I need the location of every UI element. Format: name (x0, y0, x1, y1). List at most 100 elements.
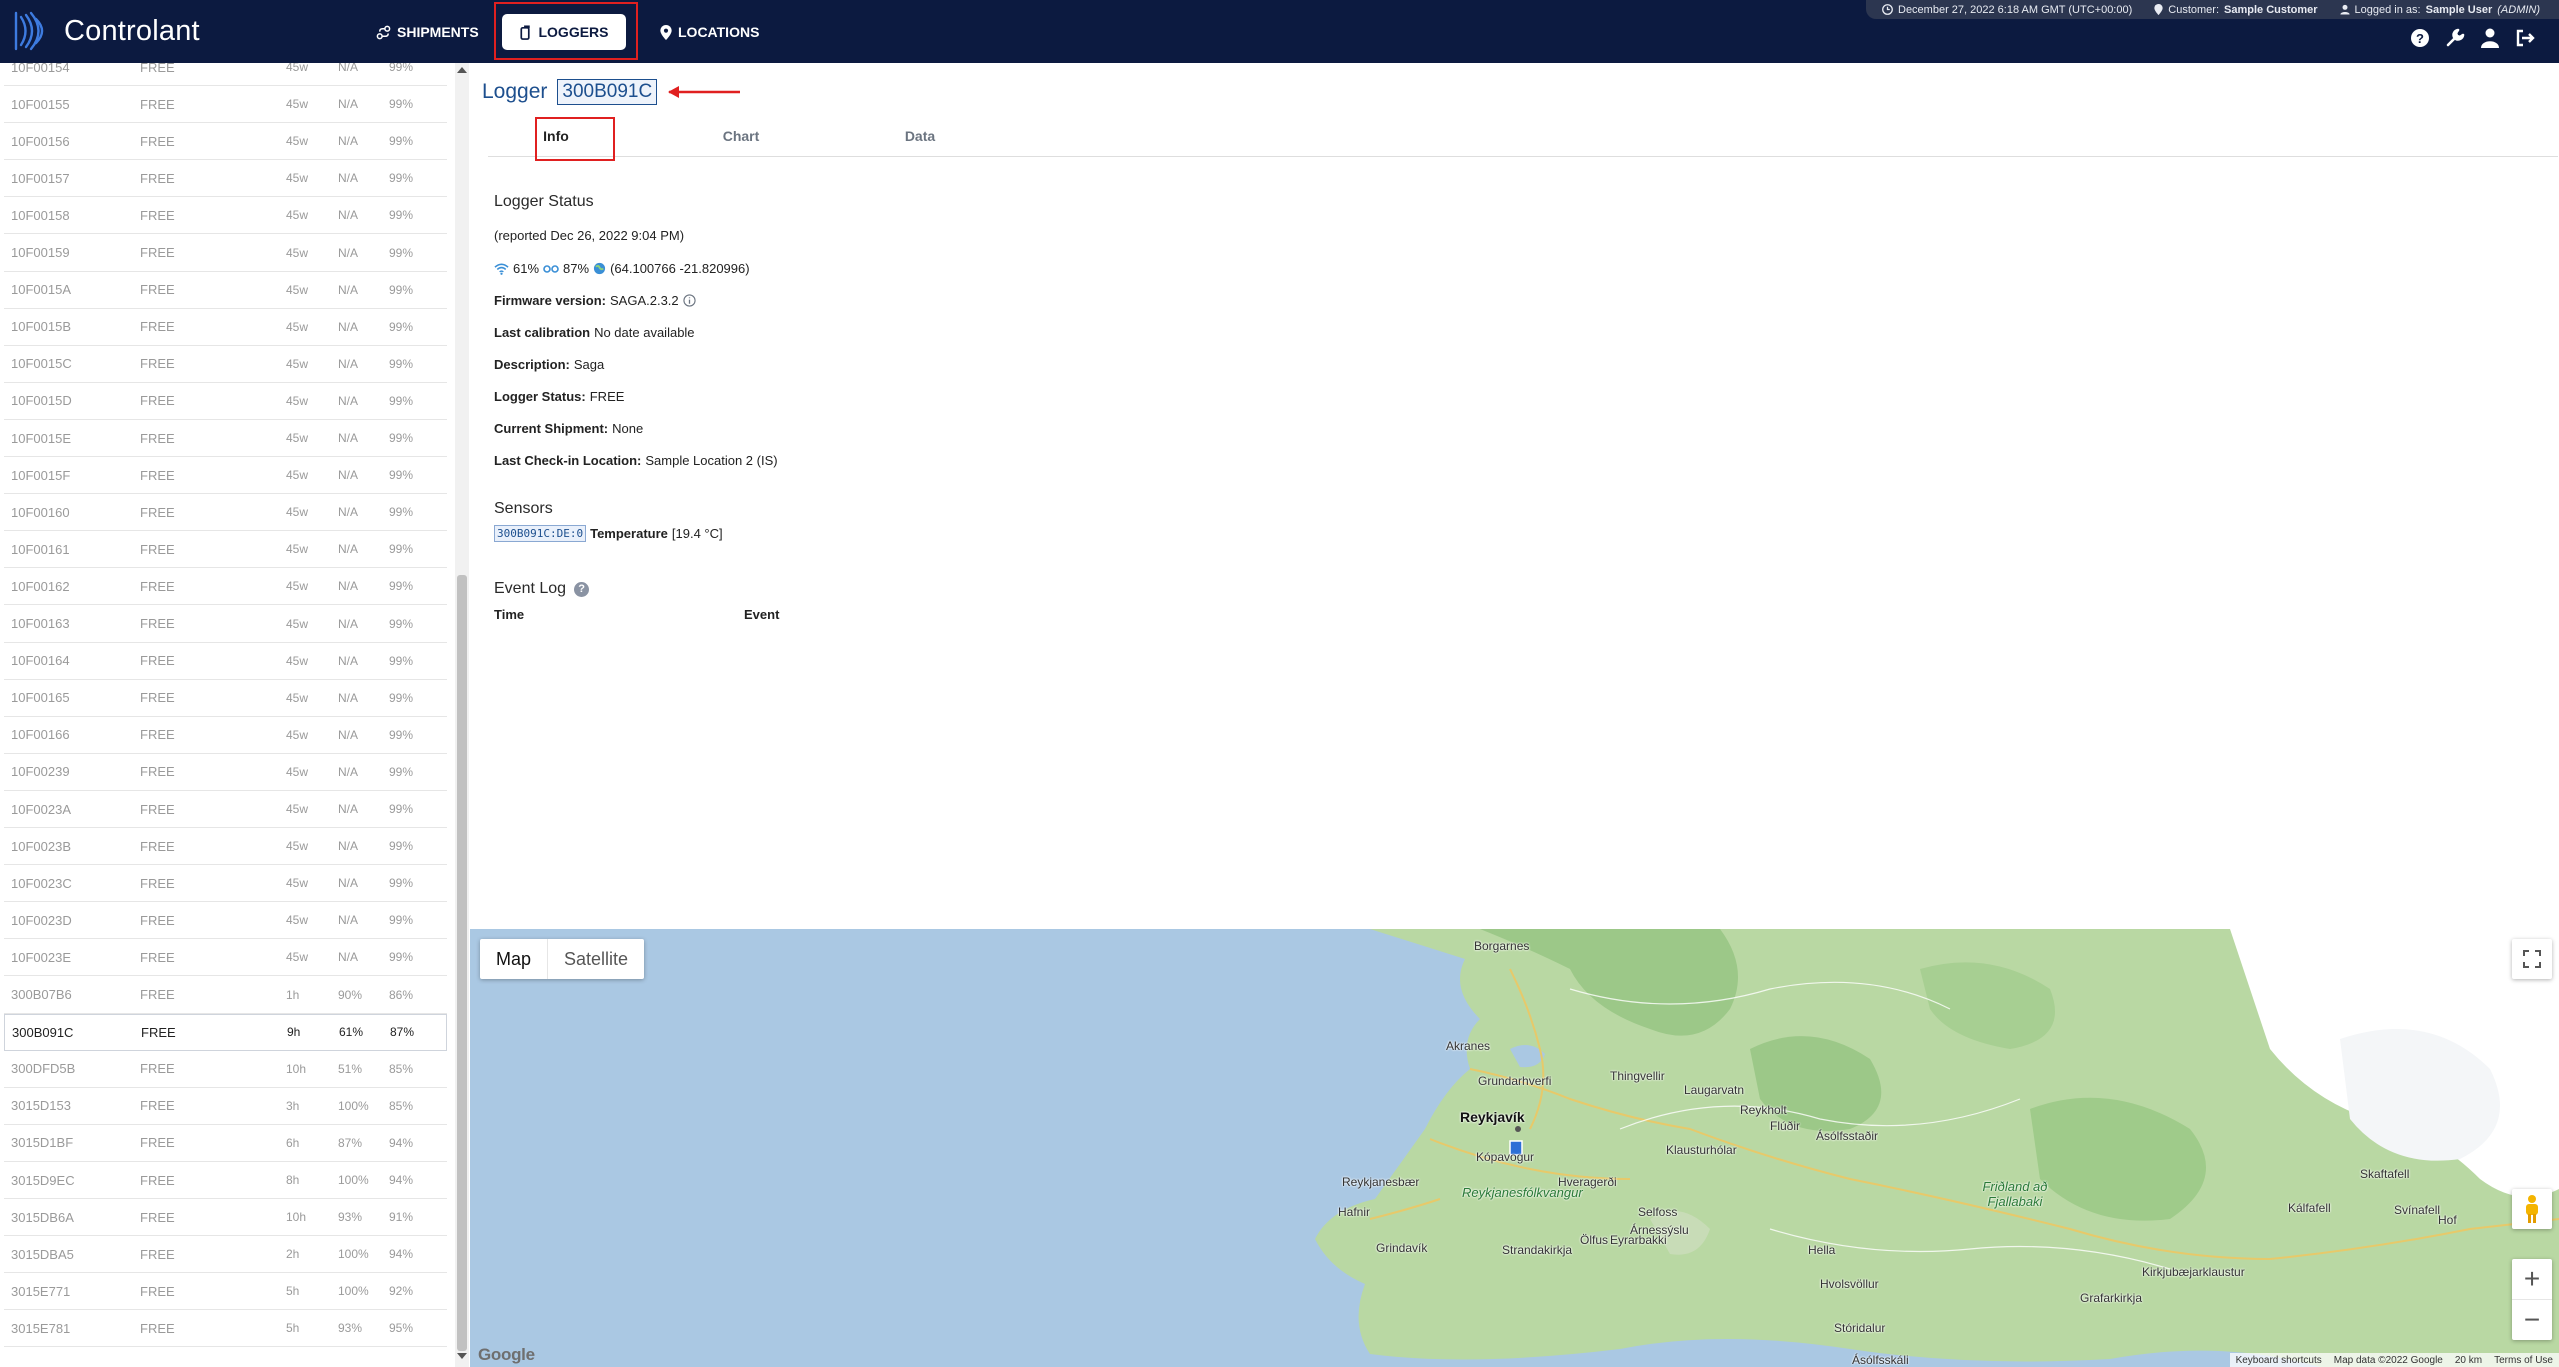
user-role: (ADMIN) (2497, 3, 2541, 16)
nav-loggers[interactable]: LOGGERS (502, 14, 626, 50)
last-report-age: 45w (286, 245, 309, 260)
last-report-age: 10h (286, 1061, 307, 1076)
logger-list-row[interactable]: 3015D9EC FREE 8h 100% 94% (4, 1162, 447, 1199)
logger-list-row[interactable]: 10F00165 FREE 45w N/A 99% (4, 680, 447, 717)
signal-level: N/A (338, 356, 359, 371)
logger-list-row[interactable]: 10F00158 FREE 45w N/A 99% (4, 197, 447, 235)
last-report-age: 45w (286, 505, 309, 520)
logger-list-row[interactable]: 10F0015B FREE 45w N/A 99% (4, 309, 447, 346)
logger-list-row[interactable]: 3015D153 FREE 3h 100% 85% (4, 1088, 447, 1125)
list-scrollbar-thumb[interactable] (457, 575, 467, 1351)
logger-id: 10F0023D (11, 912, 72, 928)
tab-data[interactable]: Data (852, 115, 988, 156)
place-grundarhverfi: Grundarhverfi (1478, 1074, 1552, 1088)
logger-list-row[interactable]: 10F0023D FREE 45w N/A 99% (4, 902, 447, 940)
logger-list-row[interactable]: 10F00159 FREE 45w N/A 99% (4, 235, 447, 272)
tab-chart[interactable]: Chart (673, 115, 809, 156)
logout-icon[interactable] (2513, 26, 2537, 50)
fullscreen-button[interactable] (2512, 939, 2552, 979)
brand-logo[interactable]: Controlant (10, 9, 200, 53)
logger-list-row[interactable]: 10F00154 FREE 45w N/A 99% (4, 63, 447, 86)
logger-list-row[interactable]: 10F0015A FREE 45w N/A 99% (4, 272, 447, 309)
logger-list-row[interactable]: 10F0023C FREE 45w N/A 99% (4, 865, 447, 903)
place-olfus: Ölfus (1580, 1233, 1609, 1247)
place-hafnir: Hafnir (1338, 1205, 1371, 1219)
logger-list-row[interactable]: 10F00166 FREE 45w N/A 99% (4, 717, 447, 754)
question-help-icon[interactable]: ? (574, 581, 590, 597)
logger-list-row[interactable]: 3015E771 FREE 5h 100% 92% (4, 1273, 447, 1311)
map-type-map-button[interactable]: Map (480, 939, 547, 979)
signal-level: N/A (338, 468, 359, 483)
help-icon[interactable]: ? (2408, 26, 2432, 50)
logger-list-row[interactable]: 10F00163 FREE 45w N/A 99% (4, 606, 447, 643)
logger-list-row[interactable]: 10F0023E FREE 45w N/A 99% (4, 939, 447, 977)
logger-list-row[interactable]: 10F0015D FREE 45w N/A 99% (4, 383, 447, 420)
battery-level: 99% (389, 97, 414, 112)
signal-level: 100% (338, 1247, 369, 1262)
info-icon[interactable] (683, 294, 696, 307)
logger-state: FREE (140, 764, 175, 780)
logger-list-row[interactable]: 10F00160 FREE 45w N/A 99% (4, 494, 447, 532)
signal-level: N/A (338, 727, 359, 742)
battery-level: 99% (389, 393, 414, 408)
map-type-satellite-button[interactable]: Satellite (547, 939, 644, 979)
scroll-up-arrow-icon[interactable] (457, 67, 467, 73)
logger-state: FREE (140, 727, 175, 743)
logger-state: FREE (140, 504, 175, 520)
logger-list-row[interactable]: 10F00155 FREE 45w N/A 99% (4, 86, 447, 124)
sensor-type: Temperature (590, 526, 668, 541)
logger-list-row[interactable]: 3015D1BF FREE 6h 87% 94% (4, 1125, 447, 1162)
logger-list-row[interactable]: 10F0015E FREE 45w N/A 99% (4, 420, 447, 457)
battery-level: 94% (389, 1135, 414, 1150)
battery-level: 94% (389, 1247, 414, 1262)
logger-list-row[interactable]: 10F00157 FREE 45w N/A 99% (4, 160, 447, 198)
clock-icon (1882, 4, 1893, 15)
calibration-label: Last calibration (494, 325, 591, 340)
logger-list-row[interactable]: 10F00239 FREE 45w N/A 99% (4, 754, 447, 791)
zoom-out-button[interactable]: − (2512, 1299, 2552, 1340)
logger-state: FREE (140, 1209, 175, 1225)
last-report-age: 5h (286, 1284, 300, 1299)
terms-of-use-link[interactable]: Terms of Use (2494, 1355, 2553, 1366)
map-scale[interactable]: 20 km (2455, 1355, 2482, 1366)
logger-list-row[interactable]: 10F0015C FREE 45w N/A 99% (4, 346, 447, 383)
keyboard-shortcuts-link[interactable]: Keyboard shortcuts (2236, 1355, 2322, 1366)
nav-shipments[interactable]: SHIPMENTS (366, 14, 489, 50)
sensor-row: 300B091C:DE:0 Temperature [19.4 °C] (494, 525, 723, 542)
scroll-down-arrow-icon[interactable] (457, 1353, 467, 1359)
sensor-id-chip[interactable]: 300B091C:DE:0 (494, 525, 587, 542)
logger-list-row[interactable]: 300B091C FREE 9h 61% 87% (4, 1013, 447, 1051)
logger-list-row[interactable]: 10F0015F FREE 45w N/A 99% (4, 457, 447, 495)
last-report-age: 45w (286, 727, 309, 742)
event-col-time-label: Time (494, 607, 525, 622)
street-view-pegman[interactable] (2512, 1189, 2552, 1229)
logger-list-row[interactable]: 10F00161 FREE 45w N/A 99% (4, 531, 447, 569)
battery-level: 99% (389, 616, 414, 631)
signal-level: 93% (338, 1210, 363, 1225)
logger-list-row[interactable]: 10F00156 FREE 45w N/A 99% (4, 123, 447, 161)
logger-list-row[interactable]: 10F0023A FREE 45w N/A 99% (4, 791, 447, 828)
logger-id: 300B091C (12, 1024, 74, 1040)
list-scrollbar[interactable] (455, 63, 469, 1367)
logger-list-row[interactable]: 300B07B6 FREE 1h 90% 86% (4, 977, 447, 1014)
signal-level: 93% (338, 1321, 363, 1336)
logger-device-icon (520, 24, 531, 40)
map-view[interactable]: Borgarnes Akranes Grundarhverfi Thingvel… (470, 929, 2559, 1367)
event-col-time: Time (494, 607, 524, 622)
logger-list-row[interactable]: 3015E781 FREE 5h 93% 95% (4, 1310, 447, 1348)
logger-list-row[interactable]: 10F0023B FREE 45w N/A 99% (4, 828, 447, 866)
logger-id: 300B07B6 (11, 987, 72, 1002)
current-shipment-value: None (612, 421, 644, 436)
logger-list-row[interactable]: 300DFD5B FREE 10h 51% 85% (4, 1051, 447, 1088)
logger-list-row[interactable]: 3015DB6A FREE 10h 93% 91% (4, 1199, 447, 1237)
description-value: Saga (573, 357, 605, 372)
wrench-icon[interactable] (2443, 26, 2467, 50)
nav-locations[interactable]: LOCATIONS (650, 14, 769, 50)
user-profile-icon[interactable] (2478, 26, 2502, 50)
logger-id-badge[interactable]: 300B091C (557, 79, 658, 105)
logger-list-row[interactable]: 10F00164 FREE 45w N/A 99% (4, 643, 447, 680)
logger-list-row[interactable]: 10F00162 FREE 45w N/A 99% (4, 568, 447, 606)
logger-list-row[interactable]: 3015DBA5 FREE 2h 100% 94% (4, 1236, 447, 1274)
zoom-in-button[interactable]: + (2512, 1259, 2552, 1299)
nav-shipments-label: SHIPMENTS (397, 24, 479, 40)
